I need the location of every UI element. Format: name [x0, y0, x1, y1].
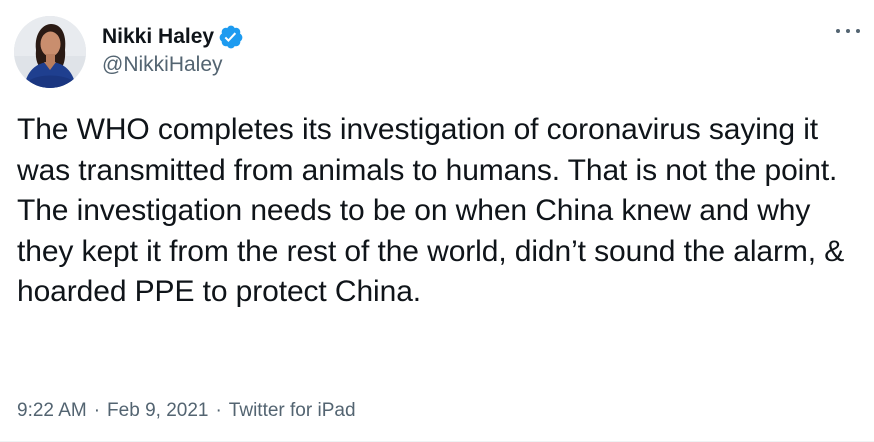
- tweet-metadata: 9:22 AM · Feb 9, 2021 · Twitter for iPad: [17, 398, 356, 424]
- tweet-date[interactable]: Feb 9, 2021: [107, 398, 208, 424]
- verified-badge-icon: [218, 24, 244, 50]
- more-dot: [856, 29, 860, 33]
- display-name[interactable]: Nikki Haley: [102, 23, 214, 51]
- author-block: Nikki Haley @NikkiHaley: [102, 23, 244, 78]
- meta-separator: ·: [215, 400, 222, 421]
- tweet-source[interactable]: Twitter for iPad: [229, 398, 356, 424]
- meta-separator: ·: [93, 400, 101, 421]
- tweet-card: Nikki Haley @NikkiHaley The WHO complete…: [0, 0, 874, 442]
- tweet-text: The WHO completes its investigation of c…: [17, 113, 845, 308]
- tweet-time[interactable]: 9:22 AM: [17, 398, 87, 424]
- more-dot: [846, 29, 850, 33]
- name-row: Nikki Haley: [102, 23, 244, 51]
- profile-photo-icon: [14, 16, 86, 88]
- handle[interactable]: @NikkiHaley: [102, 52, 244, 78]
- more-dot: [836, 29, 840, 33]
- more-horizontal-icon[interactable]: [836, 22, 860, 40]
- avatar[interactable]: [14, 16, 86, 88]
